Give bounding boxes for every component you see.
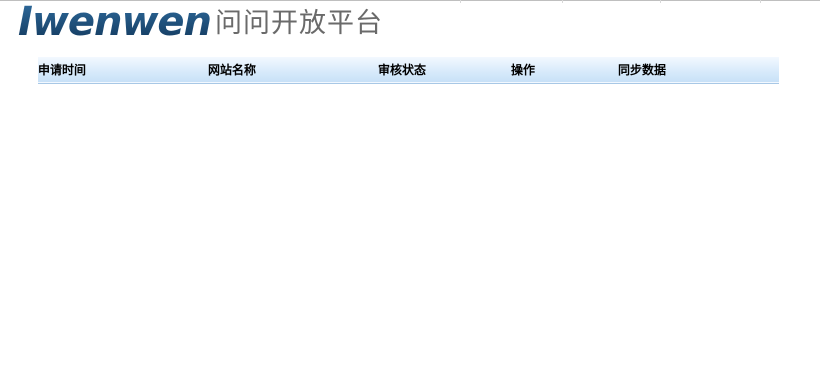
top-divider-tick <box>660 0 661 3</box>
column-header-actions: 操作 <box>511 63 536 78</box>
column-header-apply-time: 申请时间 <box>38 63 87 78</box>
applications-table-container: 申请时间 网站名称 审核状态 操作 同步数据 <box>38 57 779 84</box>
column-header-review-status: 审核状态 <box>378 63 427 78</box>
column-header-sync-data: 同步数据 <box>618 63 667 78</box>
table-header: 申请时间 网站名称 审核状态 操作 同步数据 <box>38 57 779 83</box>
table-header-row: 申请时间 网站名称 审核状态 操作 同步数据 <box>38 57 779 83</box>
top-divider-tick <box>760 0 761 3</box>
logo-brand-text: Iwenwen <box>18 0 212 45</box>
top-divider-tick <box>460 0 461 3</box>
applications-table: 申请时间 网站名称 审核状态 操作 同步数据 <box>38 57 779 84</box>
column-header-site-name: 网站名称 <box>208 63 257 78</box>
top-divider-tick <box>562 0 563 3</box>
logo-subtitle: 问问开放平台 <box>215 8 383 39</box>
site-logo[interactable]: Iwenwen 问问开放平台 <box>18 2 383 42</box>
